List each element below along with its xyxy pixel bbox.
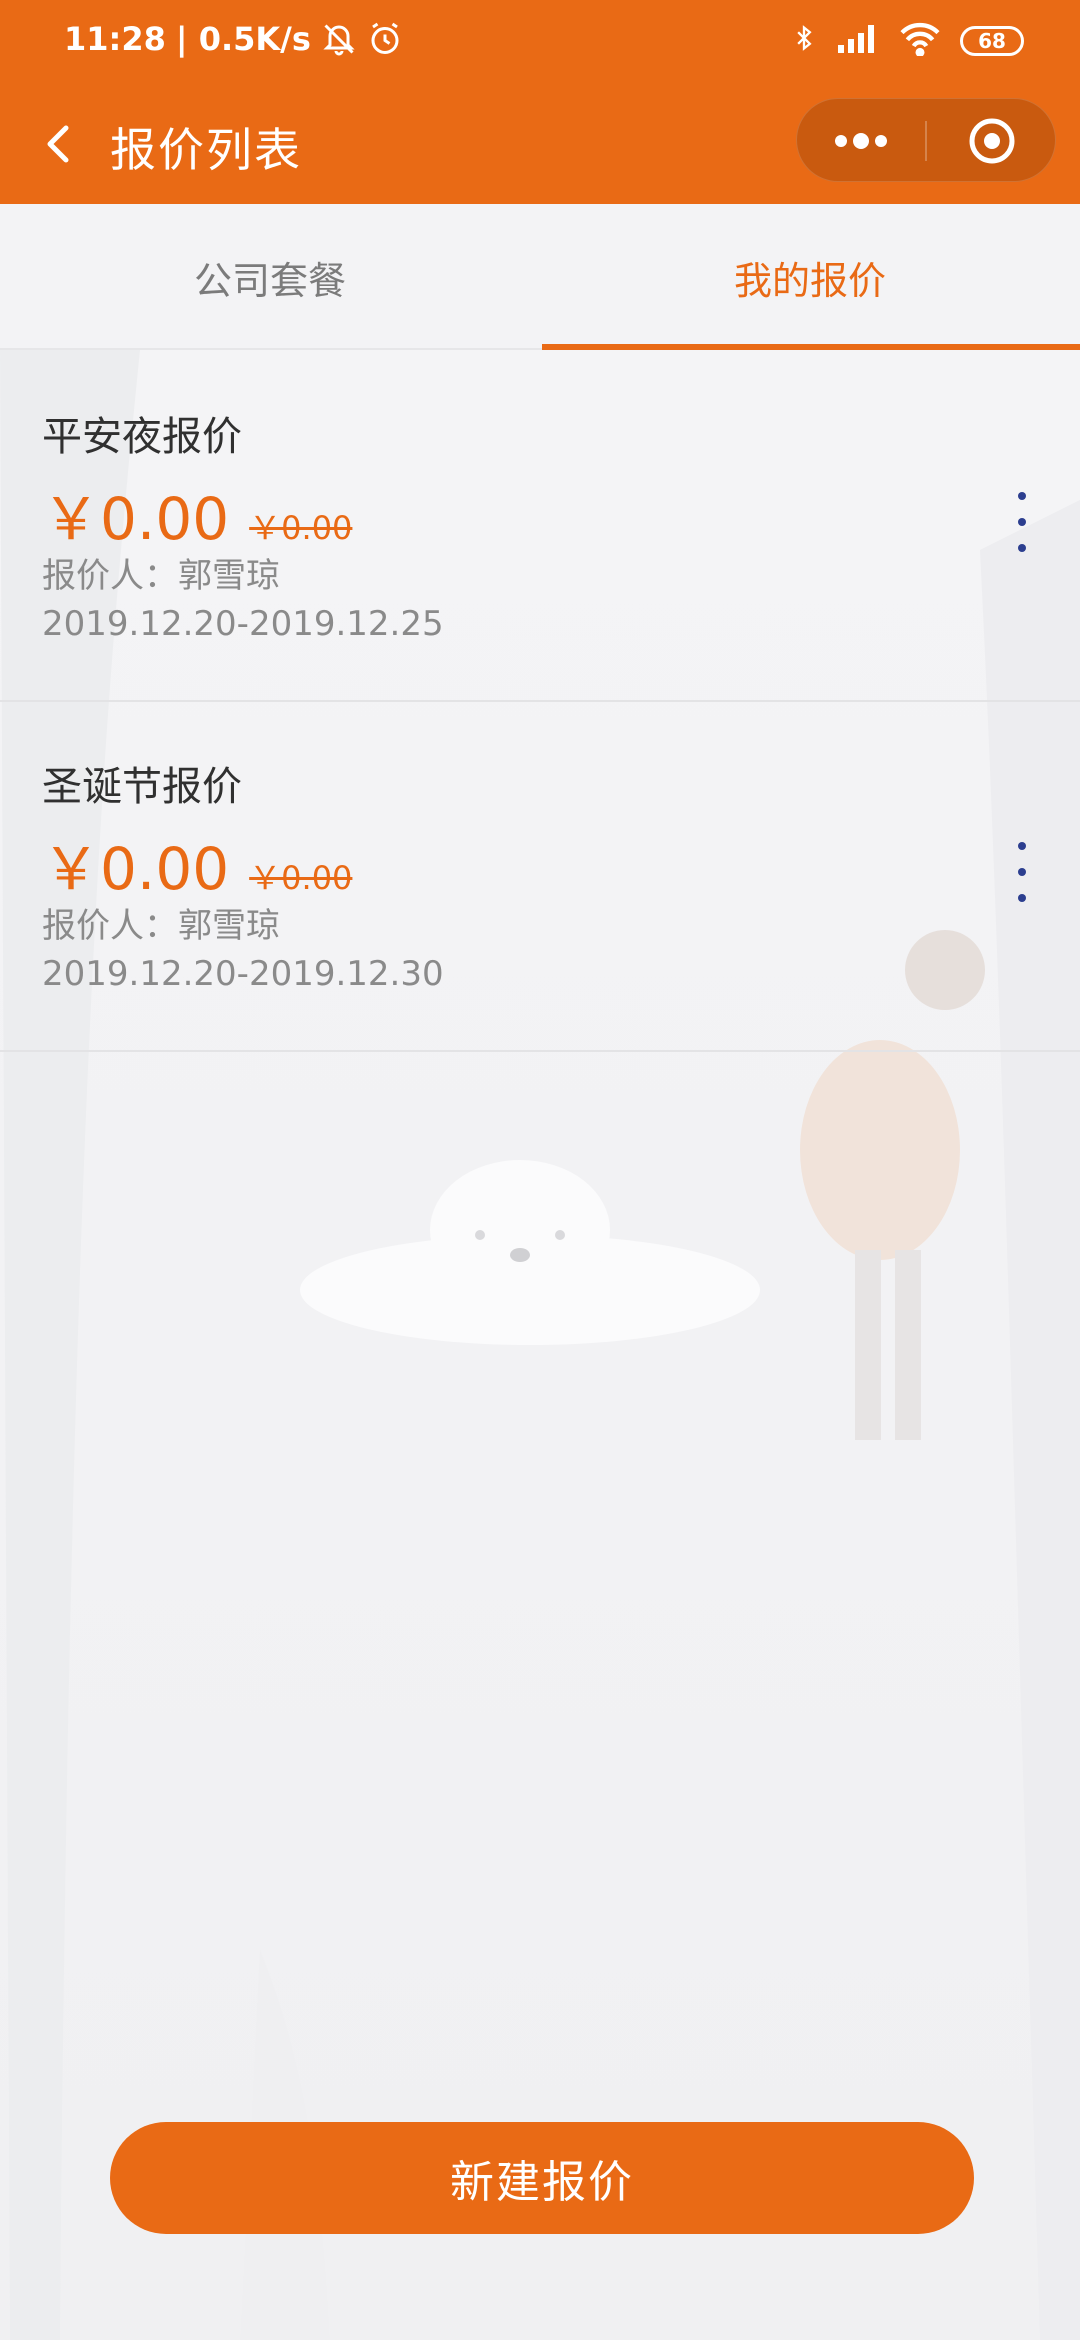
signal-icon: [836, 21, 880, 61]
tab-company-packages[interactable]: 公司套餐: [0, 204, 540, 350]
tab-bar: 公司套餐 我的报价: [0, 204, 1080, 350]
page-title: 报价列表: [110, 123, 302, 177]
price-row: ￥0.00 ￥0.00: [42, 472, 352, 556]
battery-level: 68: [978, 29, 1006, 53]
vertical-more-icon[interactable]: [1004, 842, 1040, 902]
mini-program-capsule: [796, 98, 1056, 182]
vertical-more-icon[interactable]: [1004, 492, 1040, 552]
quote-title: 平安夜报价: [42, 414, 242, 460]
quote-dates: 2019.12.20-2019.12.30: [42, 954, 444, 994]
quote-price: ￥0.00: [42, 485, 230, 553]
new-quote-button[interactable]: 新建报价: [110, 2122, 974, 2234]
more-options-button[interactable]: [797, 99, 925, 183]
close-mini-program-button[interactable]: [927, 99, 1057, 183]
more-dots-icon: [835, 133, 887, 149]
status-time: 11:28: [64, 20, 166, 58]
back-button[interactable]: [32, 112, 88, 176]
bluetooth-icon: [790, 20, 818, 62]
chevron-left-icon: [47, 125, 69, 163]
battery-icon: 68: [960, 26, 1024, 56]
quote-person: 报价人：郭雪琼: [42, 906, 280, 946]
quote-original-price: ￥0.00: [249, 859, 353, 897]
status-left: 11:28 | 0.5K/s: [64, 20, 403, 58]
alarm-icon: [367, 21, 403, 57]
status-network-speed: | 0.5K/s: [175, 20, 311, 58]
tab-my-quotes[interactable]: 我的报价: [540, 204, 1080, 350]
quote-card[interactable]: 圣诞节报价 ￥0.00 ￥0.00 报价人：郭雪琼 2019.12.20-201…: [0, 702, 1080, 1052]
price-row: ￥0.00 ￥0.00: [42, 822, 352, 906]
record-circle-icon: [969, 118, 1015, 164]
quote-person: 报价人：郭雪琼: [42, 556, 280, 596]
top-bar: 11:28 | 0.5K/s 68 报价列表: [0, 0, 1080, 204]
quote-price: ￥0.00: [42, 835, 230, 903]
status-right: 68: [790, 20, 1024, 62]
navigation-bar: 报价列表: [0, 88, 1080, 204]
quote-dates: 2019.12.20-2019.12.25: [42, 604, 444, 644]
quote-card[interactable]: 平安夜报价 ￥0.00 ￥0.00 报价人：郭雪琼 2019.12.20-201…: [0, 352, 1080, 702]
quote-title: 圣诞节报价: [42, 764, 242, 810]
wifi-icon: [898, 20, 942, 62]
quote-original-price: ￥0.00: [249, 509, 353, 547]
status-bar: 11:28 | 0.5K/s 68: [0, 0, 1080, 88]
mute-bell-icon: [321, 21, 357, 57]
